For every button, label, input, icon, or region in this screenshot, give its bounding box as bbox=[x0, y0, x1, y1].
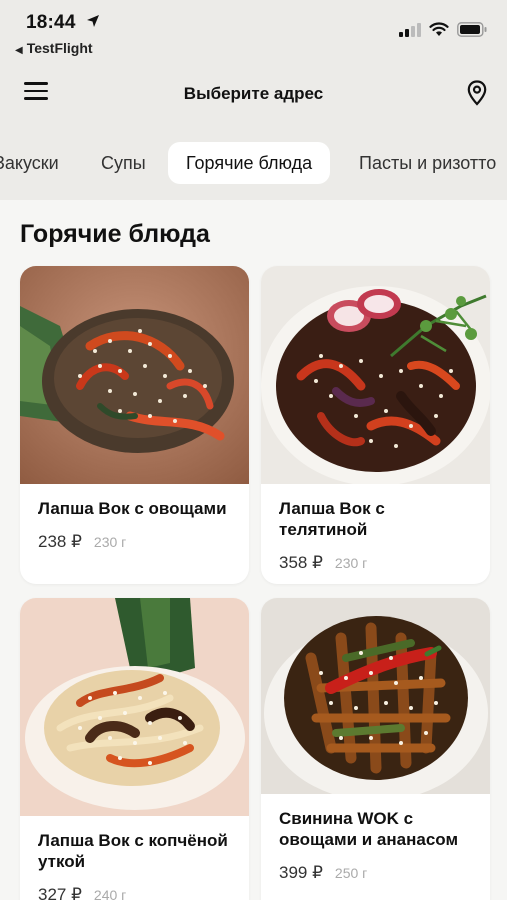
category-tabs: Закуски Супы Горячие блюда Пасты и ризот… bbox=[0, 142, 507, 188]
product-meta: 327 ₽ 240 г bbox=[20, 885, 249, 900]
product-card[interactable]: Лапша Вок с копчёной уткой 327 ₽ 240 г bbox=[20, 598, 249, 900]
product-card[interactable]: Лапша Вок с овощами 238 ₽ 230 г bbox=[20, 266, 249, 584]
status-time: 18:44 bbox=[26, 12, 76, 33]
section-title: Горячие блюда bbox=[20, 220, 210, 248]
product-image bbox=[261, 266, 490, 484]
product-name: Лапша Вок с овощами bbox=[38, 499, 227, 518]
product-image bbox=[261, 598, 490, 794]
tab-soups[interactable]: Супы bbox=[101, 142, 146, 184]
app-header: Выберите адрес bbox=[0, 62, 507, 126]
back-to-app-link[interactable]: ◀ TestFlight bbox=[15, 40, 93, 56]
map-pin-icon[interactable] bbox=[467, 80, 487, 106]
menu-content: Горячие блюда Лапша Вок с овощами 238 ₽ … bbox=[0, 200, 507, 900]
product-name: Лапша Вок с копчёной уткой bbox=[38, 831, 228, 871]
product-price: 327 ₽ bbox=[38, 885, 82, 900]
product-price: 399 ₽ bbox=[279, 863, 323, 882]
status-bar: 18:44 ◀ TestFlight bbox=[0, 0, 507, 60]
product-image bbox=[20, 266, 249, 484]
product-price: 358 ₽ bbox=[279, 553, 323, 572]
product-meta: 358 ₽ 230 г bbox=[261, 553, 490, 573]
battery-icon bbox=[457, 22, 487, 37]
tab-pasta-risotto[interactable]: Пасты и ризотто bbox=[359, 142, 496, 184]
cellular-signal-icon bbox=[399, 22, 421, 37]
address-selector[interactable]: Выберите адрес bbox=[0, 84, 507, 104]
product-price: 238 ₽ bbox=[38, 532, 82, 551]
tab-hot-dishes[interactable]: Горячие блюда bbox=[168, 142, 331, 184]
product-weight: 230 г bbox=[93, 534, 127, 550]
product-card[interactable]: Лапша Вок с телятиной 358 ₽ 230 г bbox=[261, 266, 490, 584]
product-meta: 238 ₽ 230 г bbox=[20, 532, 249, 552]
system-icons bbox=[399, 22, 487, 37]
back-triangle-icon: ◀ bbox=[15, 45, 23, 56]
product-weight: 230 г bbox=[334, 555, 368, 571]
product-name: Свинина WOK с овощами и ананасом bbox=[279, 809, 459, 849]
product-card[interactable]: Свинина WOK с овощами и ананасом 399 ₽ 2… bbox=[261, 598, 490, 900]
tab-snacks[interactable]: Закуски bbox=[0, 142, 59, 184]
product-name: Лапша Вок с телятиной bbox=[279, 499, 385, 539]
wifi-icon bbox=[429, 22, 449, 36]
product-image bbox=[20, 598, 249, 816]
product-meta: 399 ₽ 250 г bbox=[261, 863, 490, 883]
back-app-label: TestFlight bbox=[26, 40, 93, 56]
product-weight: 240 г bbox=[93, 887, 127, 900]
product-weight: 250 г bbox=[334, 865, 368, 881]
location-arrow-icon bbox=[87, 15, 99, 27]
